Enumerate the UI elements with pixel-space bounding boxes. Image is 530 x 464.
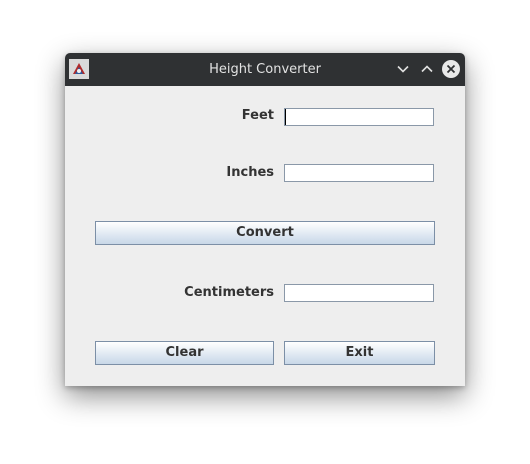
title-bar[interactable]: Height Converter — [65, 53, 465, 86]
exit-button[interactable]: Exit — [284, 341, 435, 365]
maximize-button[interactable] — [417, 59, 437, 79]
clear-button[interactable]: Clear — [95, 341, 274, 365]
close-button[interactable] — [441, 59, 461, 79]
convert-button[interactable]: Convert — [95, 221, 435, 245]
centimeters-label: Centimeters — [184, 285, 274, 300]
inches-input[interactable] — [284, 164, 434, 182]
chevron-up-icon — [421, 65, 433, 73]
inches-label: Inches — [226, 165, 274, 180]
minimize-button[interactable] — [393, 59, 413, 79]
java-app-icon[interactable] — [69, 59, 89, 79]
feet-input[interactable] — [284, 108, 434, 126]
feet-label: Feet — [241, 108, 274, 123]
centimeters-output[interactable] — [284, 284, 434, 302]
chevron-down-icon — [397, 65, 409, 73]
height-converter-window: Height Converter Feet Inches Convert Cen… — [65, 53, 465, 386]
close-icon — [442, 60, 460, 78]
